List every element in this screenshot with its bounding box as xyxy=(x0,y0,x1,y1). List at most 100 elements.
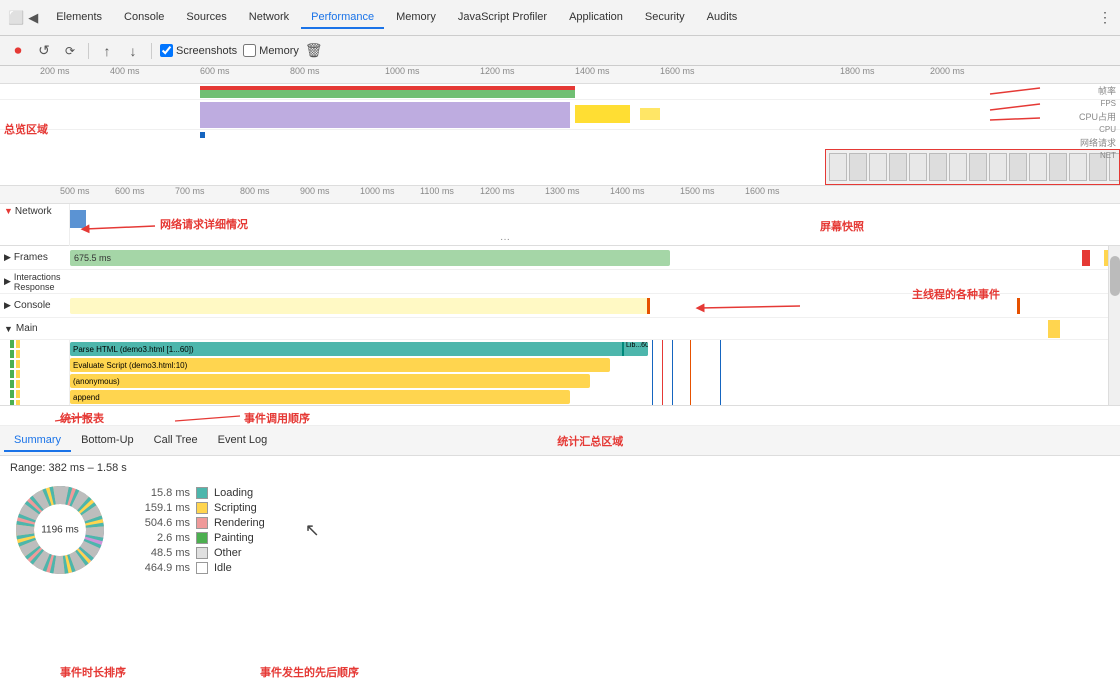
append-bar[interactable]: append xyxy=(70,390,570,404)
net-tick-1200: 1200 ms xyxy=(480,186,515,196)
screenshots-checkbox-label: Screenshots xyxy=(160,44,237,57)
frames-track-label: ▶ Frames xyxy=(0,252,70,263)
screenshot-thumb-4[interactable] xyxy=(889,153,907,181)
frames-expand-icon[interactable]: ▶ xyxy=(4,252,11,263)
console-content xyxy=(70,294,1120,317)
net-tick-600: 600 ms xyxy=(115,186,145,196)
toolbar-divider-1 xyxy=(88,43,89,59)
tab-elements[interactable]: Elements xyxy=(46,7,112,29)
screenshot-thumb-2[interactable] xyxy=(849,153,867,181)
legend-rendering-label: Rendering xyxy=(214,517,265,529)
tab-sources[interactable]: Sources xyxy=(176,7,236,29)
tab-bottom-up[interactable]: Bottom-Up xyxy=(71,430,144,452)
tab-call-tree[interactable]: Call Tree xyxy=(144,430,208,452)
net-abbr: NET xyxy=(1045,151,1120,160)
network-ruler: 500 ms 600 ms 700 ms 800 ms 900 ms 1000 … xyxy=(0,186,1120,204)
stats-annotations-row: 统计报表 事件调用顺序 xyxy=(0,406,1120,426)
parse-html-end-label: Lib...60 xyxy=(622,342,648,356)
append-label: append xyxy=(73,393,100,402)
cpu-yellow-fill2 xyxy=(640,108,660,120)
tab-memory[interactable]: Memory xyxy=(386,7,446,29)
screenshot-thumb-7[interactable] xyxy=(949,153,967,181)
legend-other-ms: 48.5 ms xyxy=(130,547,190,559)
legend-painting-color xyxy=(196,532,208,544)
main-label-row: ▼ Main xyxy=(0,318,1120,340)
vline-red xyxy=(662,340,663,406)
memory-label: Memory xyxy=(259,45,299,57)
net-tick-900: 900 ms xyxy=(300,186,330,196)
ruler-tick-1800: 1800 ms xyxy=(840,66,875,76)
frames-track-row: ▶ Frames 675.5 ms xyxy=(0,246,1120,270)
more-tabs-icon[interactable]: ⋮ xyxy=(1098,9,1112,26)
legend-painting-ms: 2.6 ms xyxy=(130,532,190,544)
fps-label-right: 帧率 xyxy=(1045,84,1120,97)
trash-button[interactable]: 🗑 xyxy=(305,42,323,59)
console-expand-icon[interactable]: ▶ xyxy=(4,300,11,311)
ruler-tick-1200: 1200 ms xyxy=(480,66,515,76)
cpu-label-right: CPU占用 xyxy=(1045,110,1120,123)
overview-area: 200 ms 400 ms 600 ms 800 ms 1000 ms 1200… xyxy=(0,66,1120,186)
console-label: Console xyxy=(14,300,51,311)
screenshot-thumb-6[interactable] xyxy=(929,153,947,181)
tab-application[interactable]: Application xyxy=(559,7,633,29)
tab-audits[interactable]: Audits xyxy=(697,7,748,29)
tab-event-log[interactable]: Event Log xyxy=(208,430,278,452)
screenshots-checkbox[interactable] xyxy=(160,44,173,57)
parse-html-bar[interactable]: Parse HTML (demo3.html [1...60]) Lib...6… xyxy=(70,342,648,356)
annotation-stats-table: 统计报表 xyxy=(60,410,104,426)
upload-button[interactable]: ↑ xyxy=(97,41,117,61)
legend-loading-color xyxy=(196,487,208,499)
tab-summary[interactable]: Summary xyxy=(4,430,71,452)
screenshot-thumb-1[interactable] xyxy=(829,153,847,181)
console-tick2 xyxy=(1017,298,1020,314)
summary-content: 1196 ms 15.8 ms Loading 159.1 ms Scripti… xyxy=(10,480,1110,580)
memory-checkbox[interactable] xyxy=(243,44,256,57)
screenshot-thumb-5[interactable] xyxy=(909,153,927,181)
annotation-event-order: 事件调用顺序 xyxy=(244,410,310,426)
net-tick-1500: 1500 ms xyxy=(680,186,715,196)
legend-scripting-ms: 159.1 ms xyxy=(130,502,190,514)
main-expand-icon[interactable]: ▼ xyxy=(4,324,13,334)
screenshot-thumb-9[interactable] xyxy=(989,153,1007,181)
legend-idle: 464.9 ms Idle xyxy=(130,562,265,574)
interactions-expand-icon[interactable]: ▶ xyxy=(4,276,11,287)
cursor-icon: ↖ xyxy=(305,520,320,541)
tab-network[interactable]: Network xyxy=(239,7,299,29)
ruler-tick-1000: 1000 ms xyxy=(385,66,420,76)
network-label: Network xyxy=(15,206,52,217)
overview-ruler: 200 ms 400 ms 600 ms 800 ms 1000 ms 1200… xyxy=(0,66,1120,84)
clear-button[interactable]: ⟳ xyxy=(60,41,80,61)
anonymous-bar[interactable]: (anonymous) xyxy=(70,374,590,388)
interactions-content xyxy=(70,270,1120,293)
interactions-label: Interactions Response xyxy=(14,272,70,292)
timeline-scrollbar[interactable] xyxy=(1108,246,1120,405)
net-tick-1400: 1400 ms xyxy=(610,186,645,196)
right-labels-group: 帧率 FPS CPU占用 CPU 网络请求 NET xyxy=(1045,84,1120,160)
toolbar-divider-2 xyxy=(151,43,152,59)
vline-blue xyxy=(652,340,653,406)
net-tick-1000: 1000 ms xyxy=(360,186,395,196)
ruler-tick-400: 400 ms xyxy=(110,66,140,76)
legend-idle-color xyxy=(196,562,208,574)
legend-idle-ms: 464.9 ms xyxy=(130,562,190,574)
devtools-topbar: ⬜ ◀ Elements Console Sources Network Per… xyxy=(0,0,1120,36)
tab-js-profiler[interactable]: JavaScript Profiler xyxy=(448,7,557,29)
record-stop-button[interactable]: ⏺ xyxy=(8,41,28,61)
screenshot-thumb-10[interactable] xyxy=(1009,153,1027,181)
reload-record-button[interactable]: ↺ xyxy=(34,41,54,61)
tab-performance[interactable]: Performance xyxy=(301,7,384,29)
evaluate-script-bar[interactable]: Evaluate Script (demo3.html:10) xyxy=(70,358,610,372)
frames-bar-end xyxy=(1082,250,1090,266)
screenshot-thumb-3[interactable] xyxy=(869,153,887,181)
download-button[interactable]: ↓ xyxy=(123,41,143,61)
legend-rendering: 504.6 ms Rendering xyxy=(130,517,265,529)
legend-loading-label: Loading xyxy=(214,487,253,499)
fps-row xyxy=(0,84,1120,100)
fps-abbr: FPS xyxy=(1045,99,1120,108)
tab-security[interactable]: Security xyxy=(635,7,695,29)
tab-console[interactable]: Console xyxy=(114,7,174,29)
frames-track-content: 675.5 ms xyxy=(70,246,1120,269)
legend-rendering-ms: 504.6 ms xyxy=(130,517,190,529)
scrollbar-thumb[interactable] xyxy=(1110,256,1120,296)
screenshot-thumb-8[interactable] xyxy=(969,153,987,181)
